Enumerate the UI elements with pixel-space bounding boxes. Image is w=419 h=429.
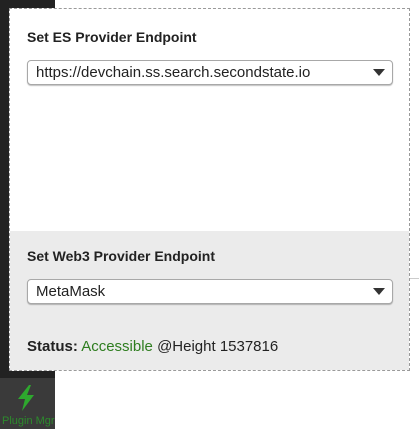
es-provider-label: Set ES Provider Endpoint bbox=[27, 29, 197, 45]
sidebar-plugin-label: Plugin Mgr bbox=[2, 415, 55, 427]
sidebar-plugin-manager[interactable]: Plugin Mgr bbox=[0, 378, 55, 429]
divider-line bbox=[409, 278, 419, 279]
es-provider-section: Set ES Provider Endpoint https://devchai… bbox=[10, 9, 409, 231]
chevron-down-icon bbox=[373, 69, 385, 76]
chevron-down-icon bbox=[373, 288, 385, 295]
status-value: Accessible bbox=[81, 338, 153, 355]
status-label: Status: bbox=[27, 338, 78, 355]
web3-provider-selected-value: MetaMask bbox=[36, 283, 106, 300]
web3-provider-section: Set Web3 Provider Endpoint MetaMask Stat… bbox=[10, 231, 409, 370]
provider-settings-popup: Set ES Provider Endpoint https://devchai… bbox=[9, 8, 410, 371]
status-line: Status: Accessible @Height 1537816 bbox=[27, 338, 278, 355]
web3-provider-label: Set Web3 Provider Endpoint bbox=[27, 248, 215, 264]
es-provider-selected-value: https://devchain.ss.search.secondstate.i… bbox=[36, 64, 311, 81]
block-height: @Height 1537816 bbox=[157, 338, 279, 355]
web3-provider-select[interactable]: MetaMask bbox=[27, 279, 393, 304]
es-provider-select[interactable]: https://devchain.ss.search.secondstate.i… bbox=[27, 60, 393, 85]
